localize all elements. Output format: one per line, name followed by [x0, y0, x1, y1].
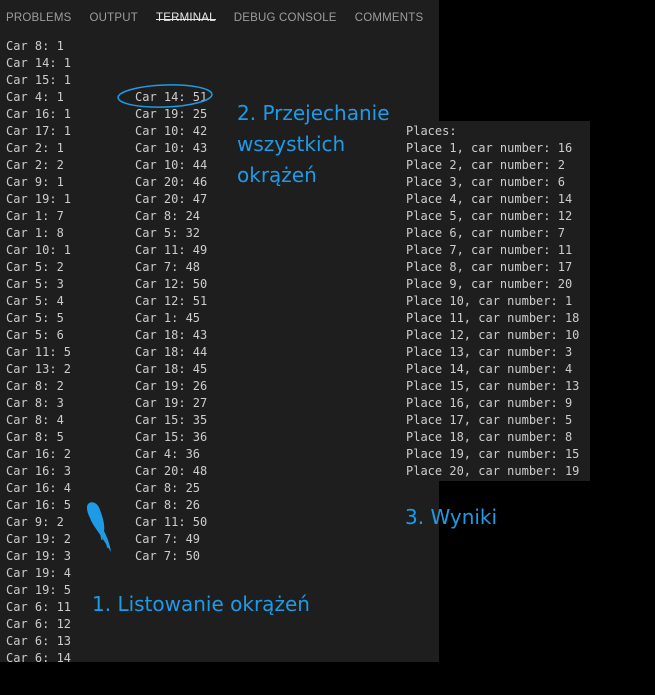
annotation-drawings: [86, 84, 213, 552]
highlight-circle: [117, 84, 213, 108]
